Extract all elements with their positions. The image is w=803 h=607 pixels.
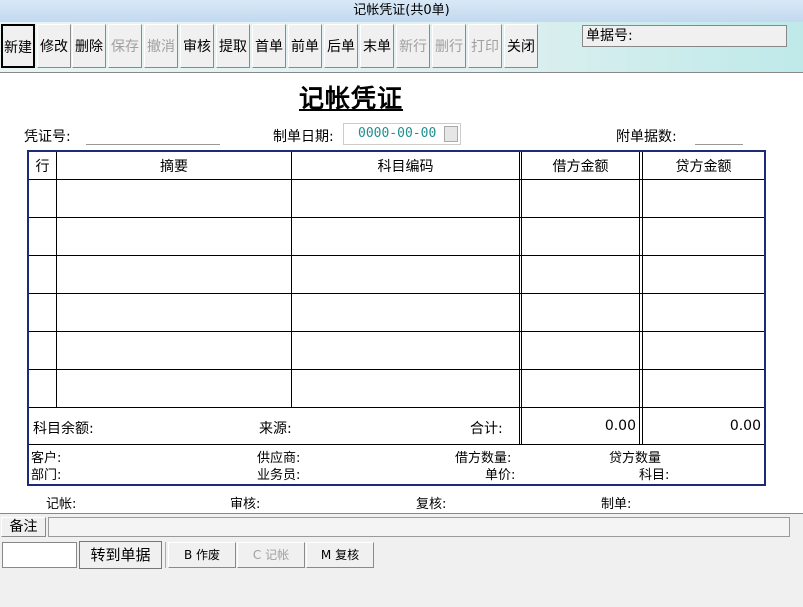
voucher-form: 记帐凭证 凭证号: 制单日期: 0000-00-00 附单据数: 行 摘要 科目…: [0, 72, 803, 514]
bookkeeper-label: 记帐:: [46, 497, 77, 512]
new-button[interactable]: 新建: [1, 24, 35, 68]
col-debit: 借方金额: [552, 159, 609, 175]
delete-row-button[interactable]: 删行: [432, 24, 466, 68]
extract-button[interactable]: 提取: [216, 24, 250, 68]
print-button[interactable]: 打印: [468, 24, 502, 68]
toolbar: 新建 修改 删除 保存 撤消 审核 提取 首单 前单 后单 末单 新行 删行 打…: [0, 22, 803, 72]
new-row-button[interactable]: 新行: [396, 24, 430, 68]
subject-label: 科目:: [639, 468, 670, 483]
dept-label: 部门:: [31, 468, 62, 483]
date-value: 0000-00-00: [358, 126, 437, 141]
bottom-bar: 转到单据 B 作废 C 记帐 M 复核: [0, 540, 803, 607]
undo-button[interactable]: 撤消: [144, 24, 178, 68]
col-summary: 摘要: [160, 159, 188, 175]
first-record-button[interactable]: 首单: [252, 24, 286, 68]
next-record-button[interactable]: 后单: [324, 24, 358, 68]
unit-price-label: 单价:: [485, 468, 516, 483]
save-button[interactable]: 保存: [108, 24, 142, 68]
attachments-input[interactable]: [695, 144, 743, 145]
col-account-code: 科目编码: [377, 159, 434, 175]
prev-record-button[interactable]: 前单: [288, 24, 322, 68]
calendar-dropdown-icon[interactable]: [444, 126, 458, 142]
last-record-button[interactable]: 末单: [360, 24, 394, 68]
recheck-button[interactable]: M 复核: [306, 542, 374, 568]
source-label: 来源:: [259, 421, 292, 437]
voucher-no-input[interactable]: [86, 144, 220, 145]
edit-button[interactable]: 修改: [37, 24, 71, 68]
debit-total: 0.00: [604, 418, 636, 434]
col-credit: 贷方金额: [675, 159, 732, 175]
jump-input[interactable]: [2, 542, 77, 568]
voucher-grid: 行 摘要 科目编码 借方金额 贷方金额 科目余额: 来源: 合计: 0.00 0…: [27, 150, 766, 486]
post-button[interactable]: C 记帐: [237, 542, 305, 568]
col-row: 行: [35, 159, 50, 175]
close-button[interactable]: 关闭: [504, 24, 538, 68]
jump-button[interactable]: 转到单据: [79, 541, 162, 569]
doc-number-label: 单据号:: [586, 28, 633, 44]
reviewer-label: 审核:: [230, 497, 261, 512]
remark-input[interactable]: [48, 517, 790, 537]
delete-button[interactable]: 删除: [72, 24, 106, 68]
remark-bar: 备注: [0, 516, 803, 538]
total-label: 合计:: [470, 421, 503, 437]
date-label: 制单日期:: [273, 129, 334, 145]
credit-total: 0.00: [729, 418, 761, 434]
remark-button[interactable]: 备注: [1, 517, 46, 537]
salesman-label: 业务员:: [257, 468, 301, 483]
attachments-label: 附单据数:: [616, 129, 677, 145]
doc-number-field[interactable]: 单据号:: [582, 25, 787, 47]
date-picker[interactable]: 0000-00-00: [343, 123, 461, 145]
audit-button[interactable]: 审核: [180, 24, 214, 68]
voucher-no-label: 凭证号:: [24, 129, 71, 145]
voucher-title: 记帐凭证: [299, 84, 404, 113]
window-title: 记帐凭证(共0单): [0, 0, 803, 23]
void-button[interactable]: B 作废: [168, 542, 236, 568]
rechecker-label: 复核:: [416, 497, 447, 512]
balance-label: 科目余额:: [33, 421, 94, 437]
preparer-label: 制单:: [601, 497, 632, 512]
